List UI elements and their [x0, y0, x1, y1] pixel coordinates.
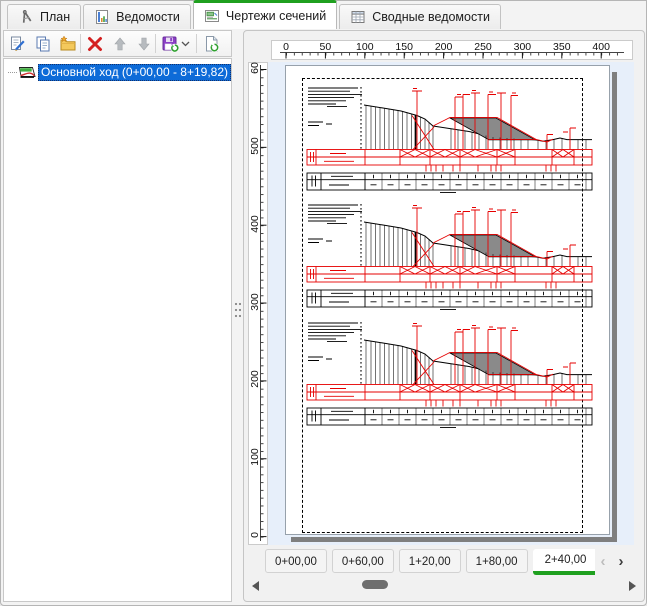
arrow-up-icon	[111, 35, 129, 53]
picket-tab-4-active[interactable]: 2+40,00	[533, 549, 595, 575]
delete-icon	[86, 35, 104, 53]
tree-item-label: Основной ход (0+00,00 - 8+19,82)	[38, 64, 231, 81]
toolbar-separator	[196, 34, 197, 53]
save-dropdown-button[interactable]	[179, 32, 192, 55]
v-ruler-label: 60	[249, 56, 261, 80]
h-ruler-label: 200	[435, 41, 453, 53]
scroll-right-arrow-icon[interactable]	[629, 581, 636, 591]
horizontal-ruler: 0 50 100 150 200 250 300 350 400	[271, 40, 633, 60]
tree-item-main-run[interactable]: Основной ход (0+00,00 - 8+19,82)	[4, 63, 231, 81]
chevron-down-icon	[181, 41, 190, 47]
copy-icon	[34, 35, 52, 53]
h-ruler-label: 300	[514, 41, 532, 53]
top-tabbar: План Ведомости Чертежи сечений	[7, 2, 501, 29]
section-drawing-icon	[204, 8, 220, 24]
h-ruler-label: 400	[592, 41, 610, 53]
horizontal-scrollbar[interactable]	[250, 578, 638, 594]
picket-tab-2[interactable]: 1+20,00	[399, 549, 461, 573]
v-ruler-label: 200	[249, 367, 261, 391]
page-shadow-right	[612, 72, 617, 541]
tab-label: Чертежи сечений	[226, 9, 326, 23]
move-down-button[interactable]	[132, 32, 156, 55]
drawing-sheet	[285, 65, 610, 535]
drawing-panel: 0 50 100 150 200 250 300 350 400	[243, 30, 645, 602]
cross-section-1	[307, 87, 592, 193]
picket-tabs-next-button[interactable]: ›	[614, 551, 628, 573]
tab-label: Ведомости	[116, 10, 180, 24]
delete-button[interactable]	[83, 32, 107, 55]
save-icon	[161, 35, 180, 53]
new-folder-icon	[59, 35, 77, 53]
cross-sections-svg	[286, 66, 609, 534]
refresh-document-icon	[203, 35, 221, 53]
h-ruler-label: 50	[320, 41, 332, 53]
h-ruler-label: 150	[395, 41, 413, 53]
picket-tab-3[interactable]: 1+80,00	[466, 549, 528, 573]
tab-label: Сводные ведомости	[372, 10, 490, 24]
h-ruler-label: 350	[553, 41, 571, 53]
v-ruler-label: 400	[249, 212, 261, 236]
v-ruler-label: 500	[249, 134, 261, 158]
picket-tabbar: 0+00,000+60,001+20,001+80,002+40,003+00,…	[265, 549, 595, 576]
v-ruler-label: 0	[249, 523, 261, 547]
refresh-button[interactable]	[200, 32, 224, 55]
move-up-button[interactable]	[108, 32, 132, 55]
tab-label: План	[40, 10, 70, 24]
compass-icon	[18, 9, 34, 25]
sections-tree: Основной ход (0+00,00 - 8+19,82)	[3, 58, 232, 602]
report-chart-icon	[94, 9, 110, 25]
tab-section-drawings[interactable]: Чертежи сечений	[193, 0, 337, 29]
cross-section-3	[307, 322, 592, 428]
drawing-canvas[interactable]	[268, 62, 634, 545]
h-ruler-label: 250	[474, 41, 492, 53]
picket-tabs-prev-button[interactable]: ‹	[596, 551, 610, 573]
v-ruler-label: 300	[249, 290, 261, 314]
picket-tab-0[interactable]: 0+00,00	[265, 549, 327, 573]
tab-vedomosti[interactable]: Ведомости	[83, 4, 191, 29]
new-folder-button[interactable]	[56, 32, 80, 55]
picket-tab-1[interactable]: 0+60,00	[332, 549, 394, 573]
arrow-down-icon	[135, 35, 153, 53]
toolbar-separator	[80, 34, 81, 53]
edit-button[interactable]	[6, 32, 30, 55]
scroll-left-arrow-icon[interactable]	[252, 581, 259, 591]
summary-table-icon	[350, 9, 366, 25]
splitter-grip	[234, 302, 241, 318]
vertical-ruler: 60 500 400 300 200 100 0	[248, 62, 268, 545]
edit-icon	[9, 35, 27, 53]
toolbar-separator	[155, 34, 156, 53]
app-window: План Ведомости Чертежи сечений	[0, 0, 647, 606]
tree-branch-line	[8, 72, 17, 73]
copy-button[interactable]	[31, 32, 55, 55]
tab-summary-statements[interactable]: Сводные ведомости	[339, 4, 501, 29]
h-ruler-label: 100	[356, 41, 374, 53]
tab-plan[interactable]: План	[7, 4, 81, 29]
page-shadow-bottom	[291, 537, 617, 542]
cross-section-2	[307, 204, 592, 310]
section-run-icon	[18, 66, 36, 79]
v-ruler-label: 100	[249, 445, 261, 469]
left-toolbar	[3, 30, 232, 57]
h-ruler-label: 0	[283, 41, 289, 53]
panel-splitter[interactable]	[232, 30, 243, 602]
scrollbar-thumb[interactable]	[362, 580, 388, 589]
